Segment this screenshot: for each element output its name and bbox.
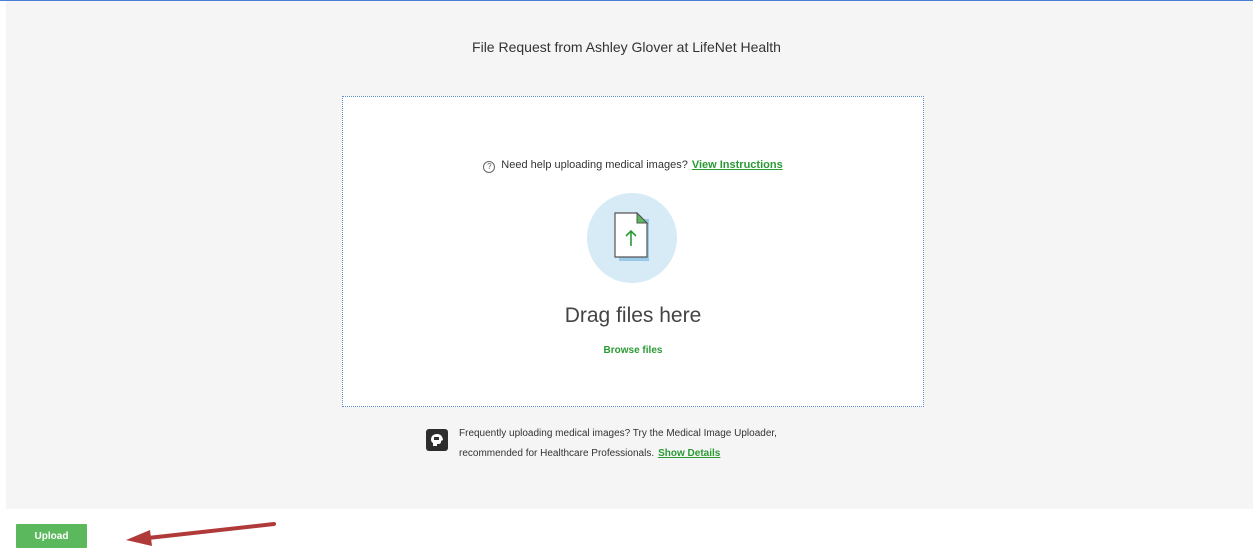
annotation-arrow-icon	[126, 522, 276, 546]
help-row: ? Need help uploading medical images? View…	[343, 159, 923, 173]
drag-files-title: Drag files here	[564, 304, 702, 327]
promo-text-line-2: recommended for Healthcare Professionals…	[459, 448, 720, 459]
drop-zone[interactable]: ? Need help uploading medical images? View…	[342, 96, 924, 407]
show-details-link[interactable]: Show Details	[658, 448, 720, 459]
upload-button[interactable]: Upload	[16, 524, 87, 548]
help-text: Need help uploading medical images?	[501, 159, 688, 171]
browse-files-link[interactable]: Browse files	[343, 345, 923, 356]
promo-text: recommended for Healthcare Professionals…	[459, 448, 655, 459]
medical-uploader-promo: Frequently uploading medical images? Try…	[426, 422, 886, 466]
view-instructions-link[interactable]: View Instructions	[692, 159, 783, 171]
file-upload-icon	[587, 193, 677, 283]
promo-text-line-1: Frequently uploading medical images? Try…	[459, 428, 777, 439]
question-circle-icon: ?	[483, 161, 496, 173]
medical-uploader-icon	[426, 429, 448, 451]
page-title: File Request from Ashley Glover at LifeN…	[472, 39, 781, 55]
